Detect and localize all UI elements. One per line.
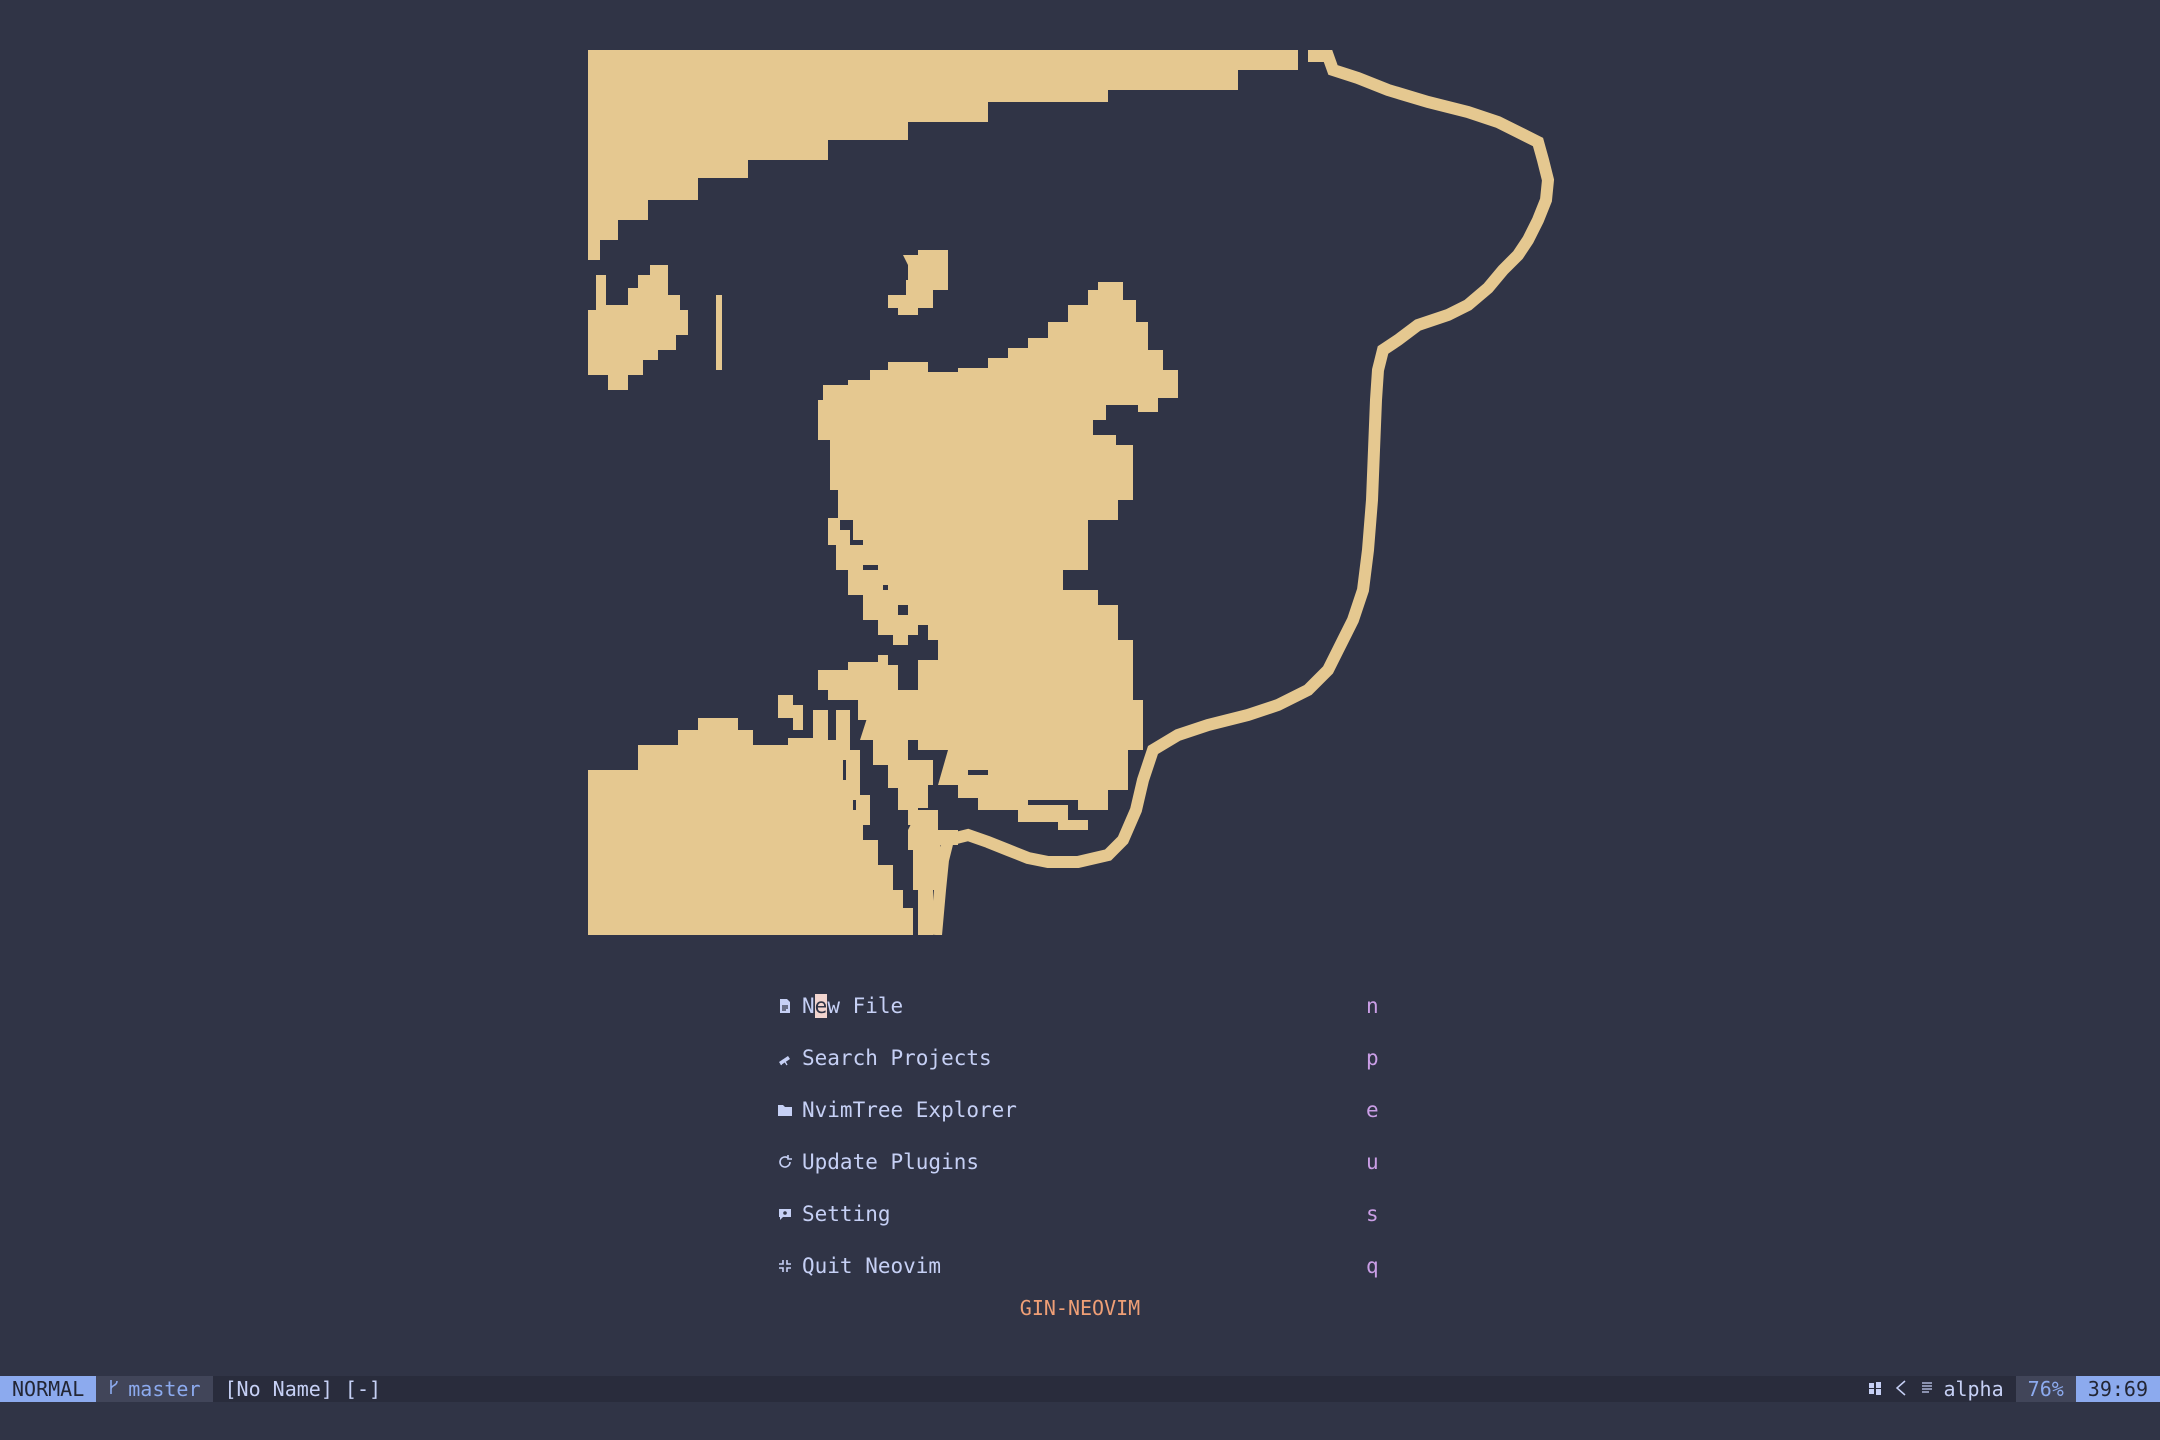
- menu-item-nvimtree-explorer[interactable]: NvimTree Explorer e: [776, 1084, 1396, 1136]
- menu-item-shortcut: p: [1366, 1046, 1379, 1070]
- filetype: alpha: [1943, 1377, 2004, 1401]
- settings-icon: [776, 1205, 794, 1223]
- statusline: NORMAL master [No Name] [-] alpha 76% 39…: [0, 1376, 2160, 1402]
- menu-item-label: Quit Neovim: [802, 1254, 942, 1278]
- folder-icon: [776, 1101, 794, 1119]
- mode-indicator: NORMAL: [0, 1376, 97, 1402]
- menu-item-label: Search Projects: [802, 1046, 992, 1070]
- menu-item-shortcut: q: [1366, 1254, 1379, 1278]
- menu-item-label: NvimTree Explorer: [802, 1098, 1017, 1122]
- menu-item-shortcut: e: [1366, 1098, 1379, 1122]
- menu-item-shortcut: n: [1366, 994, 1379, 1018]
- file-name: [No Name] [-]: [224, 1377, 382, 1401]
- dashboard-header-art: [588, 50, 1555, 935]
- git-branch-icon: [108, 1377, 120, 1401]
- hat-fringe: [588, 265, 688, 390]
- menu-item-quit-neovim[interactable]: Quit Neovim q: [776, 1240, 1396, 1292]
- shoulder-detail: [778, 695, 803, 730]
- quit-icon: [776, 1257, 794, 1275]
- text-cursor: e: [814, 994, 828, 1018]
- menu-item-label: Update Plugins: [802, 1150, 980, 1174]
- neovim-window: New File n Search Projects p NvimTree Ex…: [0, 0, 2160, 1440]
- statusline-icons: [1867, 1377, 1943, 1401]
- menu-item-label: Setting: [802, 1202, 891, 1226]
- menu-item-shortcut: s: [1366, 1202, 1379, 1226]
- menu-item-label: New File: [802, 994, 904, 1018]
- dashboard-footer: GIN-NEOVIM: [1019, 1296, 1141, 1320]
- menu-item-shortcut: u: [1366, 1150, 1379, 1174]
- dashboard-menu: New File n Search Projects p NvimTree Ex…: [776, 980, 1396, 1292]
- refresh-icon: [776, 1153, 794, 1171]
- scroll-percent: 76%: [2015, 1376, 2076, 1402]
- windows-icon: [1867, 1377, 1883, 1401]
- telescope-icon: [776, 1049, 794, 1067]
- hat-top-shape: [588, 50, 1298, 260]
- menu-item-update-plugins[interactable]: Update Plugins u: [776, 1136, 1396, 1188]
- text-lines-icon: [1919, 1377, 1935, 1401]
- menu-item-search-projects[interactable]: Search Projects p: [776, 1032, 1396, 1084]
- file-icon: [776, 997, 794, 1015]
- menu-item-setting[interactable]: Setting s: [776, 1188, 1396, 1240]
- cursor-position: 39:69: [2075, 1376, 2160, 1402]
- git-branch-label: master: [128, 1377, 201, 1401]
- eye-shape: [888, 250, 948, 315]
- menu-item-new-file[interactable]: New File n: [776, 980, 1396, 1032]
- chin-strap: [908, 810, 958, 935]
- chevron-left-icon: [1893, 1377, 1909, 1401]
- git-branch[interactable]: master: [96, 1376, 213, 1402]
